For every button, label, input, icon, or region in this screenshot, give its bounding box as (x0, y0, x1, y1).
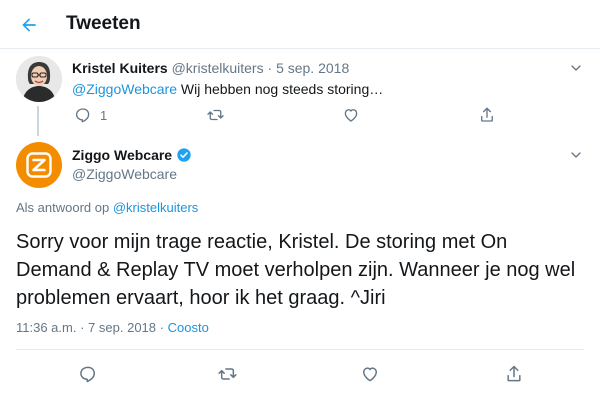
reply-button[interactable]: 1 (74, 106, 107, 124)
verified-badge-icon (177, 148, 191, 162)
avatar[interactable] (16, 56, 62, 102)
avatar[interactable] (16, 142, 62, 188)
ziggo-logo-icon (26, 152, 52, 178)
mention-link[interactable]: @ZiggoWebcare (72, 81, 177, 97)
retweet-icon (218, 368, 237, 380)
tweet-date[interactable]: 7 sep. 2018 (88, 320, 156, 335)
separator: · (159, 320, 164, 335)
reply-to-link[interactable]: @kristelkuiters (113, 200, 198, 215)
tweet-text: Sorry voor mijn trage reactie, Kristel. … (16, 231, 576, 309)
tweet-meta: 11:36 a.m. · 7 sep. 2018 · Coosto (16, 320, 209, 335)
tweet-time[interactable]: 11:36 a.m. (16, 320, 76, 335)
reply-count: 1 (100, 107, 108, 123)
author-name-row: Ziggo Webcare (72, 147, 192, 163)
chevron-down-icon (571, 65, 581, 71)
retweet-icon (207, 109, 224, 121)
share-icon (481, 107, 493, 122)
arrow-left-icon (22, 18, 36, 32)
parent-tweet-text: @ZiggoWebcare Wij hebben nog steeds stor… (72, 81, 383, 97)
reply-context: Als antwoord op @kristelkuiters (16, 200, 198, 215)
retweet-button[interactable] (206, 106, 225, 124)
reply-to-label: Als antwoord op (16, 200, 110, 215)
thread-connector (37, 106, 39, 136)
tweet-date[interactable]: 5 sep. 2018 (276, 60, 349, 76)
divider (16, 349, 584, 350)
back-button[interactable] (14, 10, 44, 40)
parent-tweet-header: Kristel Kuiters @kristelkuiters · 5 sep.… (72, 60, 349, 76)
top-bar: Tweeten (0, 0, 600, 49)
tweet-source[interactable]: Coosto (168, 320, 209, 335)
author-handle[interactable]: @ZiggoWebcare (72, 166, 177, 182)
retweet-button[interactable] (217, 364, 238, 384)
author-name[interactable]: Kristel Kuiters (72, 60, 168, 76)
share-button[interactable] (504, 364, 524, 384)
chevron-down-icon (571, 152, 581, 158)
tweet-menu-button[interactable] (568, 60, 584, 81)
like-button[interactable] (342, 106, 360, 124)
author-handle[interactable]: @kristelkuiters (172, 60, 264, 76)
tweet-menu-button[interactable] (568, 147, 584, 168)
reply-icon (75, 108, 90, 123)
tweet-text: Wij hebben nog steeds storing… (180, 81, 384, 97)
share-icon (507, 365, 521, 382)
author-name[interactable]: Ziggo Webcare (72, 147, 172, 163)
reply-icon (80, 366, 95, 383)
like-icon (344, 109, 358, 122)
separator: · (267, 60, 273, 76)
like-button[interactable] (360, 364, 380, 384)
separator: · (80, 320, 85, 335)
user-photo-icon (16, 56, 62, 102)
like-icon (363, 367, 377, 382)
share-button[interactable] (478, 106, 496, 124)
reply-button[interactable] (78, 364, 98, 384)
page-title: Tweeten (66, 13, 141, 34)
